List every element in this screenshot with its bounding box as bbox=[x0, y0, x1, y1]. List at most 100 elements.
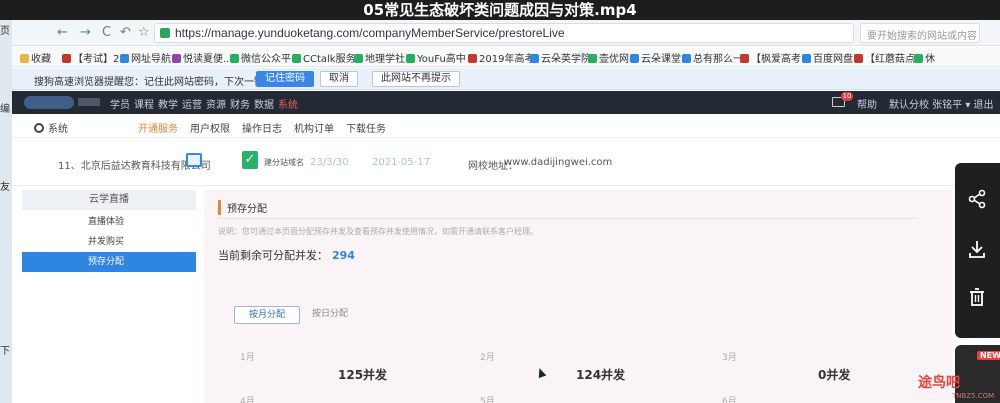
bookmark-label: 云朵英学院 bbox=[541, 54, 591, 65]
left-sidebar: 云学直播 直播体验 并发购买 预存分配 bbox=[22, 190, 196, 403]
bookmark-label: CCtalk服务 bbox=[303, 54, 356, 65]
bookmark-item[interactable]: 收藏 bbox=[20, 50, 51, 65]
bookmark-item[interactable]: 微信公众平 bbox=[230, 50, 291, 65]
bookmark-icon bbox=[354, 54, 363, 63]
bookmark-item[interactable]: 【考试】20 bbox=[62, 50, 126, 65]
message-count-badge: 10 bbox=[841, 92, 853, 101]
bookmark-item[interactable]: 壶优网 bbox=[588, 50, 629, 65]
forward-button[interactable]: → bbox=[80, 25, 91, 40]
bookmark-icon bbox=[406, 54, 415, 63]
address-bar[interactable]: https://manage.yunduoketang.com/companyM… bbox=[154, 23, 854, 43]
site-url[interactable]: www.dadijingwei.com bbox=[504, 157, 612, 168]
tab-user-permissions[interactable]: 用户权限 bbox=[190, 120, 230, 135]
nav-item-system[interactable]: 系统 bbox=[278, 96, 298, 111]
nav-item-teaching[interactable]: 教学 bbox=[158, 96, 178, 111]
tab-open-service[interactable]: 开通服务 bbox=[138, 120, 178, 140]
bookmark-label: 悦读夏便... bbox=[183, 54, 233, 65]
bookmark-icon bbox=[172, 54, 181, 63]
reload-button[interactable]: C bbox=[102, 25, 111, 40]
undo-icon[interactable]: ↶ bbox=[120, 25, 131, 40]
tab-operation-log[interactable]: 操作日志 bbox=[242, 120, 282, 135]
sidebar-item-buy-concurrency[interactable]: 并发购买 bbox=[22, 232, 196, 252]
video-action-panel bbox=[955, 163, 1000, 338]
bookmark-item[interactable]: CCtalk服务 bbox=[292, 50, 356, 65]
video-title: 05常见生态破坏类问题成因与对策.mp4 bbox=[0, 0, 1000, 20]
share-icon[interactable] bbox=[967, 189, 987, 214]
site-watermark: 途鸟吧 bbox=[918, 375, 960, 391]
remember-password-button[interactable]: 记住密码 bbox=[256, 71, 314, 87]
bookmark-item[interactable]: 休 bbox=[914, 50, 935, 65]
bookmark-icon bbox=[914, 54, 923, 63]
password-save-bar: 搜狗高速浏览器提醒您：记住此网站密码，下次一键登录！ 记住密码 取消 此网站不再… bbox=[12, 68, 1000, 90]
desktop-label[interactable]: 友 bbox=[0, 178, 10, 193]
bookmark-item[interactable]: 2019年高考 bbox=[468, 50, 534, 65]
bookmark-label: 微信公众平 bbox=[241, 54, 291, 65]
browser-window: ← → C ↶ ☆ https://manage.yunduoketang.co… bbox=[12, 20, 1000, 403]
school-info-row: 11、北京后益达教育科技有限公司 ✓ 建分站域名 23/3/30 2021-05… bbox=[12, 138, 1000, 186]
nav-item-operations[interactable]: 运营 bbox=[182, 96, 202, 111]
nav-item-courses[interactable]: 课程 bbox=[134, 96, 154, 111]
main-panel: 预存分配 说明：您可通过本页面分配预存并发及查看预存并发使用情况，如需开通请联系… bbox=[204, 190, 952, 403]
title-divider bbox=[218, 218, 918, 219]
month-amount[interactable]: 124并发 bbox=[576, 366, 625, 383]
bookmark-item[interactable]: 云朵课堂 bbox=[630, 50, 681, 65]
download-icon[interactable] bbox=[967, 239, 987, 264]
back-button[interactable]: ← bbox=[57, 25, 68, 40]
app-header: 学员 课程 教学 运营 资源 财务 数据 系统 10 帮助 默认分校 张铭平 ▾… bbox=[12, 91, 1000, 114]
bookmark-item[interactable]: 地理学社 bbox=[354, 50, 405, 65]
tab-by-month[interactable]: 按月分配 bbox=[234, 306, 301, 324]
bookmark-label: 总有那么一 bbox=[693, 54, 743, 65]
sub-nav-label: 系统 bbox=[48, 124, 68, 135]
nav-item-finance[interactable]: 财务 bbox=[230, 96, 250, 111]
bookmark-item[interactable]: 网址导航 bbox=[120, 50, 171, 65]
search-input[interactable]: 要开始搜索的网站或内容 bbox=[860, 23, 980, 43]
never-prompt-button[interactable]: 此网站不再提示 bbox=[372, 71, 460, 87]
bookmark-icon bbox=[230, 54, 239, 63]
bookmark-item[interactable]: 悦读夏便... bbox=[172, 50, 233, 65]
bookmark-item[interactable]: 【枫爱高考 bbox=[740, 50, 801, 65]
sub-nav-system[interactable]: 系统 bbox=[34, 120, 68, 135]
bookmark-icon bbox=[292, 54, 301, 63]
desktop-label[interactable]: 编 bbox=[0, 100, 10, 115]
bookmark-item[interactable]: 百度网盘 bbox=[802, 50, 853, 65]
month-label: 3月 bbox=[722, 353, 737, 363]
bookmark-item[interactable]: 云朵英学院 bbox=[530, 50, 591, 65]
logo-subtitle bbox=[78, 98, 100, 106]
sidebar-item-live-trial[interactable]: 直播体验 bbox=[22, 212, 196, 232]
desktop-label[interactable]: 下 bbox=[0, 342, 10, 357]
month-amount[interactable]: 125并发 bbox=[338, 366, 387, 383]
new-badge: NEW bbox=[977, 351, 1000, 360]
star-icon[interactable]: ☆ bbox=[138, 25, 150, 40]
month-label: 1月 bbox=[240, 353, 255, 363]
desktop-label[interactable]: 页 bbox=[0, 22, 10, 37]
month-amount[interactable]: 0并发 bbox=[818, 366, 850, 383]
bookmark-icon bbox=[802, 54, 811, 63]
bookmark-item[interactable]: 【红蘑菇点 bbox=[854, 50, 915, 65]
nav-item-resources[interactable]: 资源 bbox=[206, 96, 226, 111]
verified-icon: ✓ bbox=[242, 151, 258, 169]
bookmark-icon bbox=[854, 54, 863, 63]
date-text: 2021-05-17 bbox=[372, 157, 431, 168]
sidebar-item-prestore[interactable]: 预存分配 bbox=[22, 252, 196, 272]
bookmark-label: 休 bbox=[925, 54, 935, 65]
nav-item-data[interactable]: 数据 bbox=[254, 96, 274, 111]
tab-by-day[interactable]: 按日分配 bbox=[298, 306, 362, 324]
watermark-domain: TNBZ5.COM bbox=[952, 392, 995, 400]
delete-icon[interactable] bbox=[967, 287, 987, 312]
help-link[interactable]: 帮助 bbox=[857, 96, 877, 111]
page-title: 预存分配 bbox=[218, 200, 267, 215]
mouse-cursor-icon bbox=[535, 366, 547, 379]
bookmark-label: 地理学社 bbox=[365, 54, 405, 65]
nav-item-students[interactable]: 学员 bbox=[110, 96, 130, 111]
month-label: 6月 bbox=[722, 397, 737, 403]
tab-org-orders[interactable]: 机构订单 bbox=[294, 120, 334, 135]
bookmark-label: 【红蘑菇点 bbox=[865, 54, 915, 65]
school-selector[interactable]: 默认分校 张铭平 ▾ 退出 bbox=[889, 96, 994, 111]
tab-download-tasks[interactable]: 下载任务 bbox=[346, 120, 386, 135]
cancel-button[interactable]: 取消 bbox=[320, 71, 358, 87]
remaining-value: 294 bbox=[332, 249, 355, 262]
bookmark-item[interactable]: YouFu高中 bbox=[406, 50, 466, 65]
bookmark-icon bbox=[20, 54, 29, 63]
bookmark-item[interactable]: 总有那么一 bbox=[682, 50, 743, 65]
id-card-icon[interactable] bbox=[186, 153, 202, 167]
